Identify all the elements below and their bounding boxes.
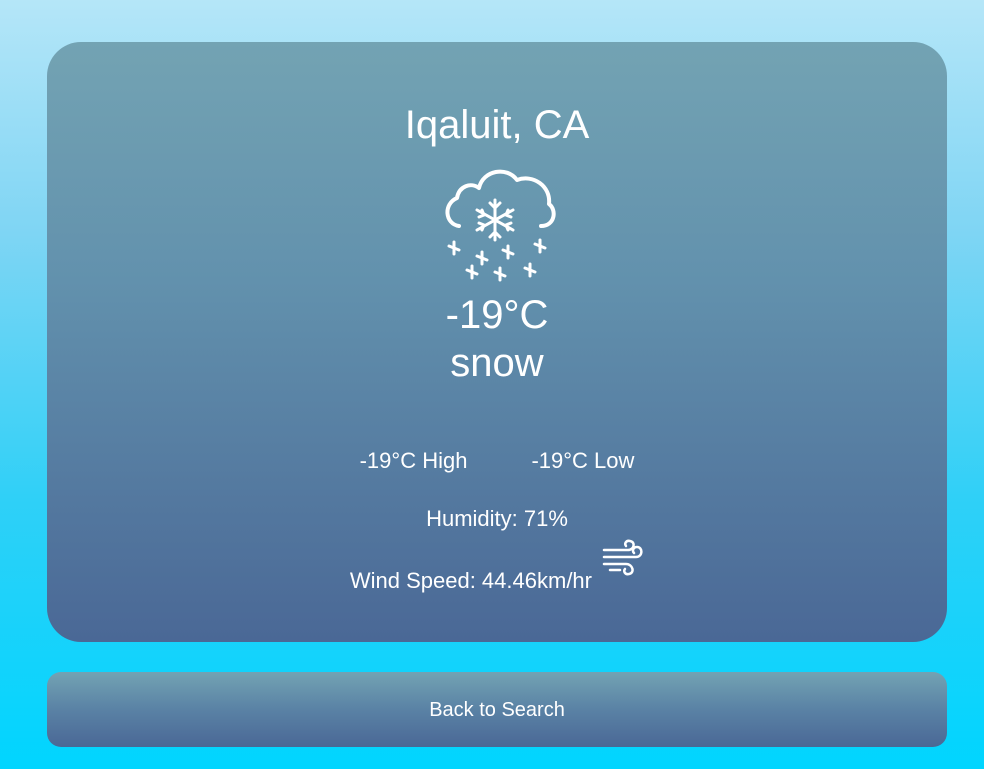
high-temperature: -19°C High bbox=[359, 448, 468, 473]
weather-description: snow bbox=[450, 341, 544, 385]
low-temperature: -19°C Low bbox=[531, 448, 635, 473]
wind-speed-text: Wind Speed: 44.46km/hr bbox=[349, 568, 592, 593]
wind-icon bbox=[602, 539, 643, 576]
back-to-search-button[interactable]: Back to Search bbox=[47, 672, 947, 747]
high-low-row: -19°C High -19°C Low bbox=[47, 448, 947, 474]
weather-card: Iqaluit, CA -19°C snow -19°C High -19°C … bbox=[47, 42, 947, 642]
wind-row: Wind Speed: 44.46km/hr bbox=[47, 538, 947, 593]
humidity-text: Humidity: 71% bbox=[426, 506, 568, 531]
snow-cloud-icon bbox=[445, 169, 556, 282]
city-name: Iqaluit, CA bbox=[404, 103, 590, 147]
current-temperature: -19°C bbox=[445, 293, 549, 337]
